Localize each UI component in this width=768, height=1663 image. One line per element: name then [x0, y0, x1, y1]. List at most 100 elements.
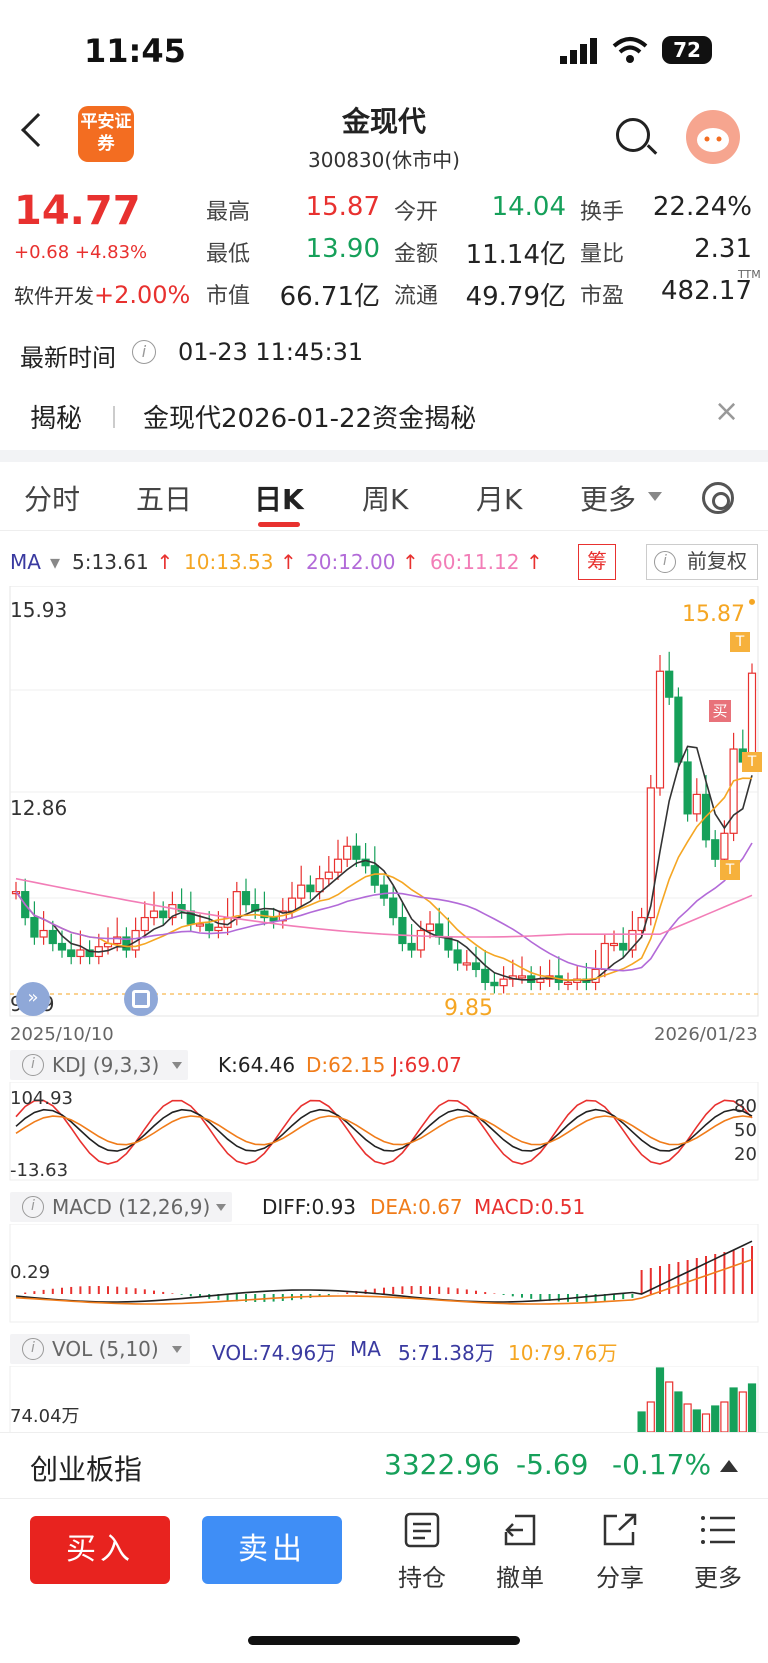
- panel-frame: [9, 1082, 759, 1181]
- chevron-down-icon[interactable]: [172, 1062, 182, 1069]
- tab-4[interactable]: 月K: [476, 478, 522, 518]
- candle-body: [214, 926, 223, 932]
- info-icon: i: [654, 551, 676, 573]
- candle-body: [149, 910, 159, 919]
- tab-1[interactable]: 五日: [136, 478, 192, 518]
- more-label: 更多: [694, 1564, 742, 1592]
- index-pct: -0.17%: [612, 1448, 712, 1481]
- quote-value: 22.24%: [652, 192, 752, 222]
- kline-chart[interactable]: [0, 586, 768, 1022]
- fullscreen-icon[interactable]: [124, 982, 158, 1016]
- index-name: 创业板指: [30, 1453, 143, 1486]
- vol-value: VOL:74.96万: [212, 1341, 337, 1365]
- info-icon[interactable]: i: [22, 1338, 44, 1360]
- candle-body: [407, 942, 416, 951]
- candle-body: [499, 978, 508, 987]
- search-icon[interactable]: [616, 118, 650, 152]
- expand-up-icon[interactable]: [720, 1460, 738, 1472]
- cancel-order-button[interactable]: 撤单: [480, 1512, 560, 1593]
- up-arrow-icon: ↑: [402, 550, 419, 574]
- section-divider: [0, 450, 768, 462]
- kdj-chart[interactable]: [0, 1082, 768, 1182]
- macd-chart[interactable]: [0, 1224, 768, 1324]
- candle-body: [232, 891, 241, 919]
- tab-5[interactable]: 更多: [580, 478, 636, 518]
- volume-chart[interactable]: [0, 1366, 768, 1432]
- candle-body: [692, 793, 701, 815]
- share-icon: [601, 1512, 639, 1548]
- home-indicator: [248, 1636, 520, 1645]
- t-marker[interactable]: T: [742, 752, 762, 772]
- candle-body: [591, 968, 600, 983]
- buy-marker[interactable]: 买: [709, 700, 731, 722]
- candle-body: [453, 949, 462, 964]
- candle-body: [563, 981, 573, 985]
- macd-diff: DIFF:0.93: [262, 1195, 357, 1219]
- candle-body: [324, 871, 333, 880]
- candle-body: [425, 923, 435, 932]
- volume-bar: [711, 1405, 720, 1432]
- volume-bar: [729, 1387, 738, 1432]
- index-change: -5.69: [516, 1448, 589, 1481]
- ma-value: 5:13.61: [72, 550, 149, 574]
- candle-body: [720, 832, 729, 860]
- candle-body: [435, 923, 444, 938]
- macd-label[interactable]: MACD (12,26,9): [52, 1195, 210, 1219]
- jiemi-label: 揭秘: [30, 404, 83, 434]
- quote-label: 今开: [394, 200, 439, 225]
- sector-tag[interactable]: 软件开发+2.00%: [14, 280, 190, 309]
- date-end: 2026/01/23: [654, 1024, 758, 1045]
- chevron-down-icon[interactable]: [172, 1346, 182, 1353]
- sell-button[interactable]: 卖出: [202, 1516, 342, 1584]
- quote-label: 最低: [206, 242, 251, 267]
- info-icon[interactable]: i: [132, 340, 156, 364]
- quote-label: 量比: [580, 242, 625, 267]
- position-icon: [403, 1512, 441, 1548]
- candle-body: [48, 929, 57, 945]
- tab-2[interactable]: 日K: [254, 478, 304, 518]
- chip-distribution-button[interactable]: 筹: [578, 544, 616, 580]
- candle-body: [619, 942, 628, 951]
- candle-body: [609, 942, 619, 947]
- tab-3[interactable]: 周K: [362, 478, 408, 518]
- tab-0[interactable]: 分时: [24, 478, 80, 518]
- sector-name: 软件开发: [14, 284, 94, 308]
- info-icon[interactable]: i: [22, 1054, 44, 1076]
- info-icon[interactable]: i: [22, 1196, 44, 1218]
- candle-body: [241, 891, 251, 906]
- volume-bar: [683, 1403, 692, 1432]
- buy-button[interactable]: 买入: [30, 1516, 170, 1584]
- kdj-y-bottom: -13.63: [10, 1160, 69, 1181]
- t-marker[interactable]: T: [720, 860, 740, 880]
- volume-bar: [720, 1401, 729, 1432]
- volume-bar: [674, 1391, 683, 1432]
- expand-left-icon[interactable]: »: [16, 982, 50, 1016]
- ma-value: 10:13.53: [184, 550, 274, 574]
- more-button[interactable]: 更多: [678, 1512, 758, 1593]
- settings-icon[interactable]: [702, 482, 734, 514]
- candle-body: [287, 897, 297, 912]
- close-icon[interactable]: ×: [714, 397, 739, 427]
- share-button[interactable]: 分享: [580, 1512, 660, 1593]
- jiemi-link[interactable]: 金现代2026-01-22资金揭秘: [143, 398, 476, 435]
- assistant-avatar-icon[interactable]: [686, 110, 740, 164]
- chevron-down-icon[interactable]: [648, 492, 662, 501]
- kdj-label[interactable]: KDJ (9,3,3): [52, 1053, 159, 1077]
- t-marker[interactable]: T: [730, 632, 750, 652]
- candle-body: [490, 981, 499, 987]
- vol-label[interactable]: VOL (5,10): [52, 1337, 159, 1361]
- candle-body: [269, 916, 278, 922]
- candle-body: [30, 916, 39, 938]
- panel-frame: [9, 1366, 759, 1432]
- candle-body: [665, 670, 674, 698]
- volume-bar: [637, 1411, 646, 1432]
- candle-body: [389, 897, 398, 919]
- vol-ma10: 10:79.76万: [508, 1341, 618, 1365]
- chevron-down-icon[interactable]: [216, 1204, 226, 1211]
- position-button[interactable]: 持仓: [382, 1512, 462, 1593]
- candle-body: [205, 923, 214, 932]
- quote-value: 13.90: [305, 234, 380, 264]
- kdj-k: K:64.46: [218, 1053, 296, 1077]
- volume-bar: [655, 1367, 665, 1432]
- vol-ma5: 5:71.38万: [398, 1341, 495, 1365]
